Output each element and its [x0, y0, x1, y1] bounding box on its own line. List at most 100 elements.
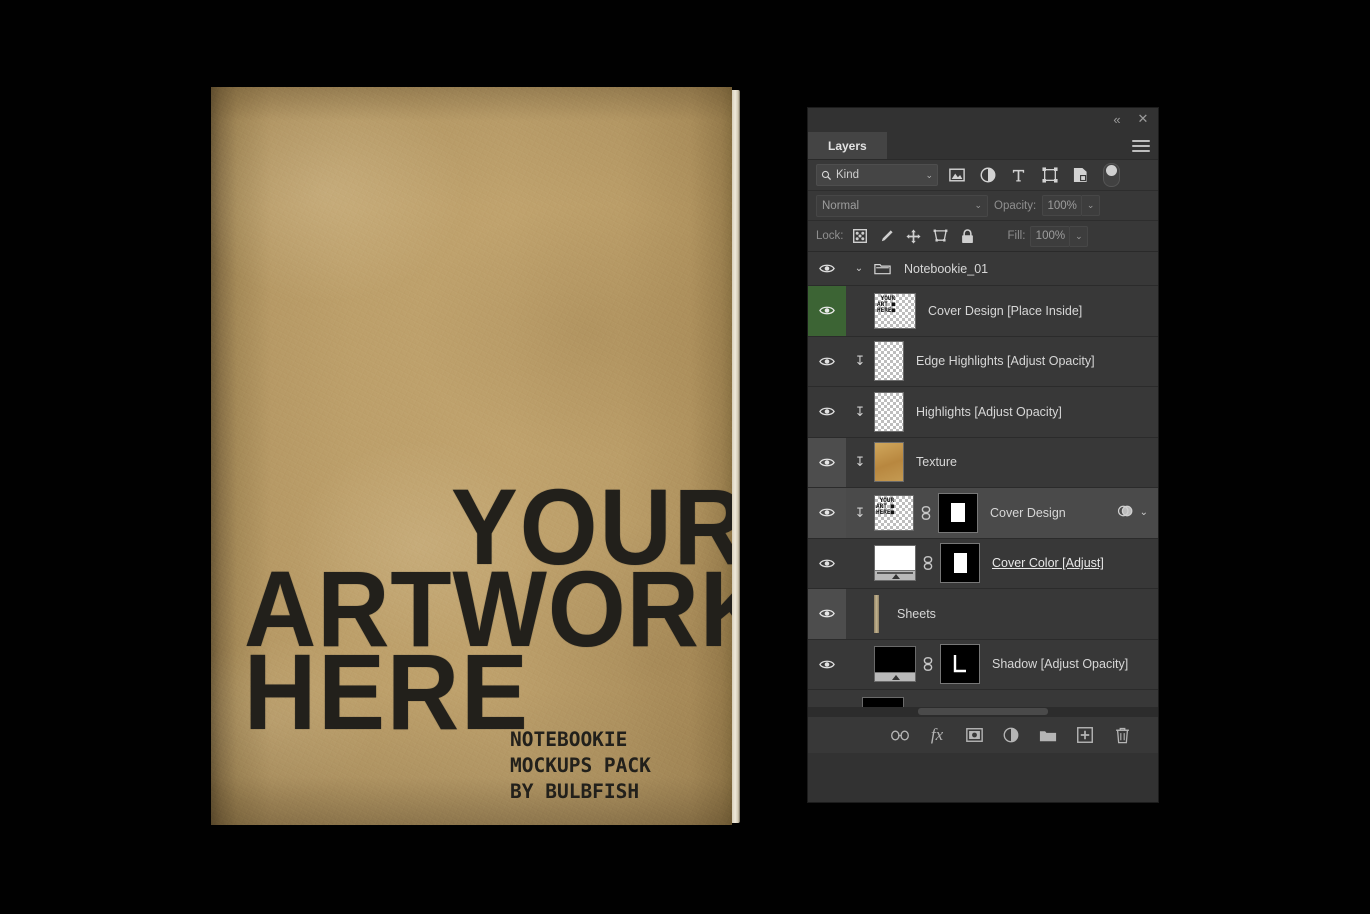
- fill-input[interactable]: 100%: [1030, 225, 1071, 247]
- layer-visibility-toggle[interactable]: [808, 286, 846, 336]
- notebook-cover: YOUR ARTWORK HERE NOTEBOOKIE MOCKUPS PAC…: [211, 87, 732, 825]
- layer-name[interactable]: Cover Design [Place Inside]: [922, 304, 1082, 318]
- group-disclosure-icon[interactable]: ⌄: [852, 263, 866, 274]
- opacity-input[interactable]: 100%: [1042, 195, 1083, 216]
- panel-tab-bar: Layers: [808, 132, 1158, 160]
- folder-icon: [872, 262, 892, 275]
- layer-visibility-toggle[interactable]: [808, 488, 846, 538]
- link-mask-icon[interactable]: [922, 657, 934, 672]
- headline-line-3: HERE: [244, 631, 530, 753]
- link-mask-icon[interactable]: [922, 556, 934, 571]
- layer-name[interactable]: Shadow [Adjust Opacity]: [986, 657, 1128, 671]
- blend-mode-value: Normal: [822, 199, 860, 212]
- layer-visibility-toggle[interactable]: [808, 336, 846, 386]
- new-layer-icon[interactable]: [1075, 725, 1095, 745]
- layer-thumbnail[interactable]: [874, 391, 904, 432]
- layer-name[interactable]: Highlights [Adjust Opacity]: [910, 405, 1062, 419]
- layer-name[interactable]: Sheets: [885, 607, 936, 621]
- layer-mask-thumbnail[interactable]: [938, 492, 978, 533]
- eye-icon: [819, 306, 835, 315]
- layer-thumbnail[interactable]: [874, 646, 916, 683]
- link-mask-icon[interactable]: [920, 505, 932, 520]
- table-row[interactable]: ↧ Edge Highlights [Adjust Opacity]: [808, 336, 1158, 387]
- layers-horizontal-scrollbar[interactable]: [808, 707, 1158, 716]
- tab-layers[interactable]: Layers: [808, 132, 887, 159]
- table-row[interactable]: ↧ Texture: [808, 437, 1158, 488]
- table-row[interactable]: ↧ YOUR ART ■ HERE■ Cover Design ⌄: [808, 488, 1158, 539]
- layer-visibility-toggle[interactable]: [808, 538, 846, 588]
- credits-line-2: MOCKUPS PACK: [510, 753, 651, 777]
- table-row[interactable]: Cover Color [Adjust]: [808, 538, 1158, 589]
- credits-line-3: BY BULBFISH: [510, 779, 640, 803]
- scrollbar-thumb[interactable]: [918, 708, 1048, 715]
- layer-mask-thumbnail[interactable]: [940, 644, 980, 685]
- document-canvas: YOUR ARTWORK HERE NOTEBOOKIE MOCKUPS PAC…: [0, 0, 1370, 914]
- lock-position-icon[interactable]: [903, 225, 925, 247]
- layer-visibility-toggle[interactable]: [808, 589, 846, 639]
- layer-thumbnail[interactable]: [874, 341, 904, 382]
- opacity-chevron-icon[interactable]: ⌄: [1082, 195, 1101, 216]
- add-layer-mask-icon[interactable]: [964, 725, 984, 745]
- layer-name[interactable]: Texture: [910, 455, 957, 469]
- layer-name[interactable]: Cover Design: [984, 506, 1066, 520]
- collapse-panel-icon[interactable]: «: [1108, 110, 1126, 128]
- lock-all-icon[interactable]: [957, 225, 979, 247]
- delete-layer-icon[interactable]: [1112, 725, 1132, 745]
- chevron-down-icon: ⌄: [925, 169, 933, 180]
- chevron-down-icon: ⌄: [974, 200, 982, 210]
- layer-name[interactable]: Cover Color [Adjust]: [986, 556, 1104, 570]
- layer-visibility-toggle[interactable]: [808, 639, 846, 689]
- new-fill-adjustment-layer-icon[interactable]: [1001, 725, 1021, 745]
- eye-icon: [819, 559, 835, 568]
- table-row[interactable]: ↧ Highlights [Adjust Opacity]: [808, 387, 1158, 438]
- blend-mode-select[interactable]: Normal ⌄: [816, 194, 988, 217]
- smart-object-filter-icon[interactable]: [1068, 164, 1093, 186]
- layer-visibility-toggle[interactable]: [808, 437, 846, 487]
- layer-thumbnail[interactable]: YOUR ART ■ HERE■: [874, 292, 916, 329]
- table-row[interactable]: ⌄ Notebookie_01: [808, 252, 1158, 286]
- new-group-icon[interactable]: [1038, 725, 1058, 745]
- layer-name[interactable]: Notebookie_01: [898, 262, 988, 276]
- add-layer-style-icon[interactable]: fx: [927, 725, 947, 745]
- filter-kind-label: Kind: [836, 169, 860, 181]
- credits-line-1: NOTEBOOKIE: [510, 728, 628, 751]
- type-layer-filter-icon[interactable]: [1006, 164, 1031, 186]
- layer-visibility-toggle[interactable]: [808, 690, 846, 707]
- search-icon: [821, 170, 832, 180]
- clipping-mask-icon: ↧: [854, 403, 866, 419]
- lock-row: Lock: Fill: 100% ⌄: [808, 221, 1158, 252]
- table-row[interactable]: Sheets: [808, 589, 1158, 640]
- eye-icon: [819, 609, 835, 618]
- effects-disclosure-icon[interactable]: ⌄: [1140, 507, 1148, 518]
- layer-visibility-toggle[interactable]: [808, 252, 846, 285]
- filter-enable-toggle[interactable]: [1103, 163, 1120, 187]
- table-row[interactable]: Shadow [Adjust Opacity]: [808, 639, 1158, 690]
- lock-artboard-nesting-icon[interactable]: [930, 225, 952, 247]
- adjustment-layer-filter-icon[interactable]: [975, 164, 1000, 186]
- credits-block: NOTEBOOKIE MOCKUPS PACK BY BULBFISH: [510, 727, 651, 805]
- layer-thumbnail[interactable]: [874, 594, 879, 633]
- layer-thumbnail[interactable]: [862, 696, 904, 707]
- layer-thumbnail[interactable]: [874, 545, 916, 582]
- layer-thumbnail[interactable]: [874, 442, 904, 483]
- fill-chevron-icon[interactable]: ⌄: [1070, 225, 1089, 247]
- layer-list[interactable]: ⌄ Notebookie_01 YOUR ART ■ HERE■ Cover D…: [808, 252, 1158, 707]
- hamburger-menu-icon[interactable]: [1132, 140, 1150, 152]
- close-panel-icon[interactable]: ✕: [1134, 110, 1152, 128]
- link-layers-icon[interactable]: [890, 725, 910, 745]
- layer-visibility-toggle[interactable]: [808, 387, 846, 437]
- layer-mask-thumbnail[interactable]: [940, 543, 980, 584]
- lock-transparent-pixels-icon[interactable]: [849, 225, 871, 247]
- filter-kind-select[interactable]: Kind ⌄: [816, 164, 938, 186]
- layer-thumbnail[interactable]: YOUR ART ■ HERE■: [874, 494, 914, 531]
- pixel-layer-filter-icon[interactable]: [944, 164, 969, 186]
- lock-image-pixels-icon[interactable]: [876, 225, 898, 247]
- table-row[interactable]: Background: [808, 690, 1158, 707]
- table-row[interactable]: YOUR ART ■ HERE■ Cover Design [Place Insid…: [808, 286, 1158, 337]
- clipping-mask-icon: ↧: [854, 454, 866, 470]
- eye-icon: [819, 660, 835, 669]
- layer-effects-icon[interactable]: [1117, 504, 1133, 521]
- shape-layer-filter-icon[interactable]: [1037, 164, 1062, 186]
- blend-mode-row: Normal ⌄ Opacity: 100% ⌄: [808, 191, 1158, 221]
- layer-name[interactable]: Edge Highlights [Adjust Opacity]: [910, 354, 1095, 368]
